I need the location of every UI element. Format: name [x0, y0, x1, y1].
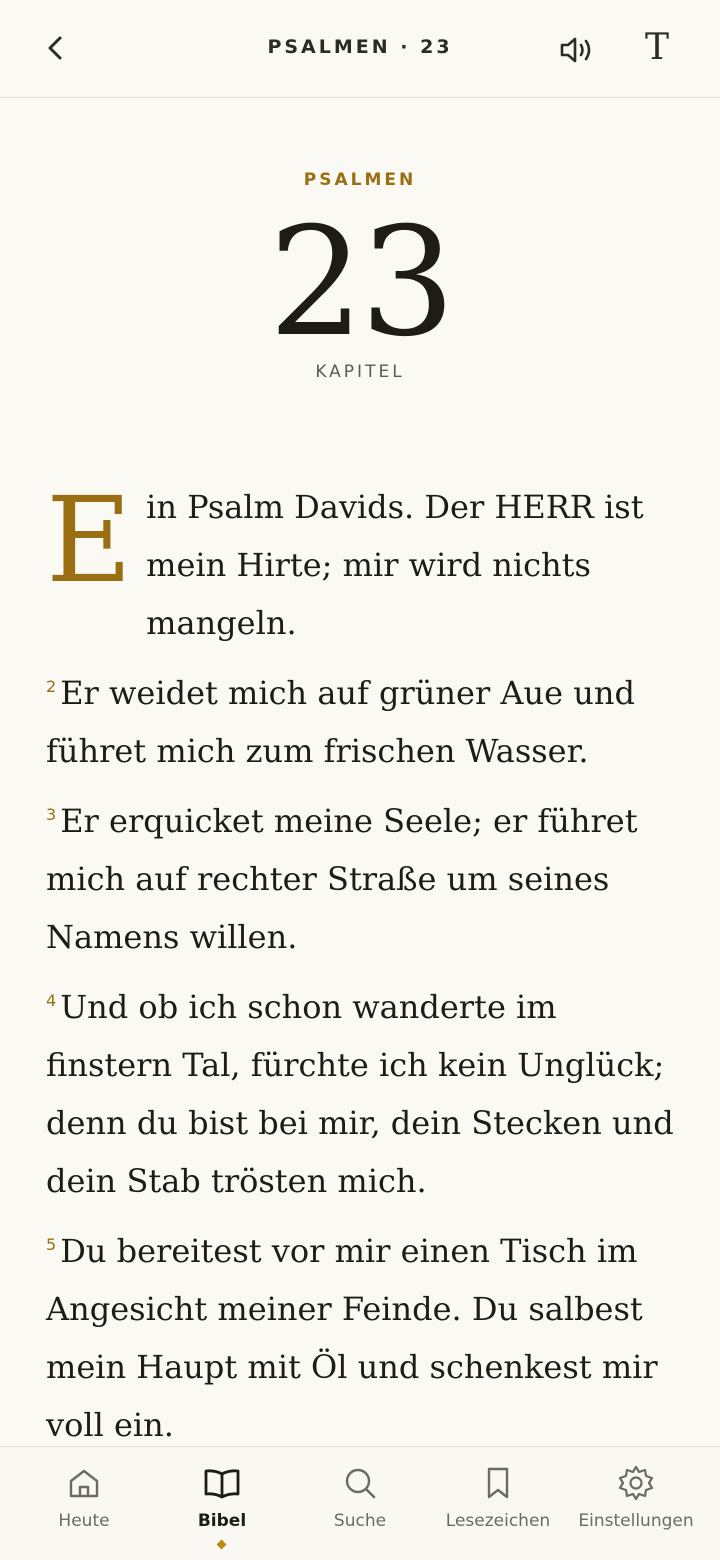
tab-bibel[interactable]: Bibel — [150, 1447, 294, 1560]
tab-label: Lesezeichen — [445, 1511, 551, 1531]
book-icon — [204, 1469, 240, 1499]
audio-button[interactable] — [554, 28, 598, 72]
verse-4[interactable]: 4 Und ob ich schon wanderte im finstern T… — [46, 978, 676, 1210]
bookmark-icon — [487, 1467, 509, 1499]
top-bar: PSALMEN · 23 T — [0, 0, 720, 98]
verse-number: 2 — [46, 677, 57, 696]
bottom-tab-bar: Heute Bibel Suche Lesezeichen Einstellun… — [0, 1446, 720, 1560]
verse-text: in Psalm Davids. Der HERR ist mein Hirte… — [146, 488, 644, 642]
verse-number: 5 — [46, 1235, 57, 1254]
verse-text: Er erquicket meine Seele; er führet mich… — [46, 802, 638, 956]
verse-2[interactable]: 2 Er weidet mich auf grüner Aue und führe… — [46, 664, 676, 780]
tab-label: Einstellungen — [578, 1511, 694, 1531]
tab-label: Bibel — [197, 1511, 247, 1531]
text-size-icon: T — [645, 27, 670, 68]
gear-icon — [618, 1465, 654, 1501]
font-size-button[interactable]: T — [645, 26, 689, 70]
search-icon — [345, 1468, 376, 1499]
verse-number: 3 — [46, 805, 57, 824]
active-indicator — [216, 1539, 227, 1550]
drop-cap: E — [46, 471, 133, 609]
chapter-number: 23 — [268, 196, 456, 370]
tab-label: Heute — [58, 1511, 110, 1531]
verse-1[interactable]: Ein Psalm Davids. Der HERR ist mein Hirt… — [46, 478, 676, 652]
tab-suche[interactable]: Suche — [288, 1447, 432, 1560]
verse-text: Und ob ich schon wanderte im finstern Ta… — [46, 988, 674, 1200]
verse-number: 4 — [46, 991, 57, 1010]
home-icon — [69, 1469, 99, 1498]
verse-text: Er weidet mich auf grüner Aue und führet… — [46, 674, 635, 770]
chapter-text: Ein Psalm Davids. Der HERR ist mein Hirt… — [46, 478, 676, 1466]
page-title: PSALMEN · 23 — [267, 36, 453, 58]
speaker-icon — [560, 37, 591, 63]
tab-label: Suche — [333, 1511, 387, 1531]
verse-text: Du bereitest vor mir einen Tisch im Ange… — [46, 1232, 658, 1444]
verse-3[interactable]: 3 Er erquicket meine Seele; er führet mic… — [46, 792, 676, 966]
tab-heute[interactable]: Heute — [12, 1447, 156, 1560]
verse-5[interactable]: 5 Du bereitest vor mir einen Tisch im Ang… — [46, 1222, 676, 1454]
tab-lesezeichen[interactable]: Lesezeichen — [426, 1447, 570, 1560]
tab-einstellungen[interactable]: Einstellungen — [564, 1447, 708, 1560]
chapter-header: PSALMEN 23 KAPITEL — [0, 170, 720, 382]
chapter-label: KAPITEL — [315, 362, 405, 382]
